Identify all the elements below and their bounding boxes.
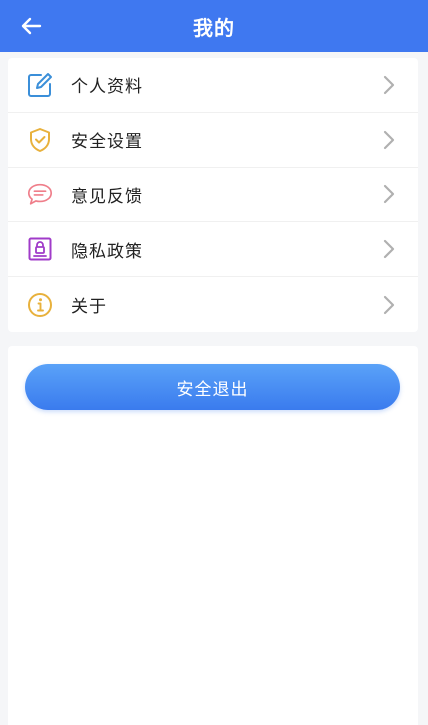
- menu-item-label: 关于: [71, 297, 107, 318]
- back-button[interactable]: [14, 10, 48, 42]
- menu-item-security[interactable]: 安全设置: [8, 113, 418, 168]
- info-circle-icon: [26, 291, 54, 319]
- arrow-left-icon: [21, 17, 42, 35]
- chevron-right-icon: [383, 130, 395, 149]
- chevron-right-icon: [383, 295, 395, 314]
- menu-item-label: 安全设置: [71, 132, 143, 153]
- logout-button[interactable]: 安全退出: [25, 364, 400, 410]
- menu-item-about[interactable]: 关于: [8, 277, 418, 332]
- shield-check-icon: [26, 126, 54, 154]
- menu-item-feedback[interactable]: 意见反馈: [8, 168, 418, 223]
- edit-profile-icon: [26, 71, 54, 99]
- menu-item-label: 个人资料: [71, 77, 143, 98]
- chevron-right-icon: [383, 185, 395, 204]
- menu-item-label: 意见反馈: [71, 186, 143, 207]
- privacy-lock-icon: [26, 235, 54, 263]
- menu-item-privacy[interactable]: 隐私政策: [8, 222, 418, 278]
- page-title: 我的: [193, 15, 235, 40]
- chevron-right-icon: [383, 240, 395, 259]
- settings-menu: 个人资料 安全设置 意见反馈 隐私政策 关于: [8, 58, 418, 332]
- menu-item-label: 隐私政策: [71, 241, 143, 262]
- app-header: 我的: [0, 0, 428, 52]
- logout-section: 安全退出: [8, 346, 418, 725]
- menu-item-profile[interactable]: 个人资料: [8, 58, 418, 113]
- chevron-right-icon: [383, 75, 395, 94]
- chat-bubble-icon: [26, 180, 54, 208]
